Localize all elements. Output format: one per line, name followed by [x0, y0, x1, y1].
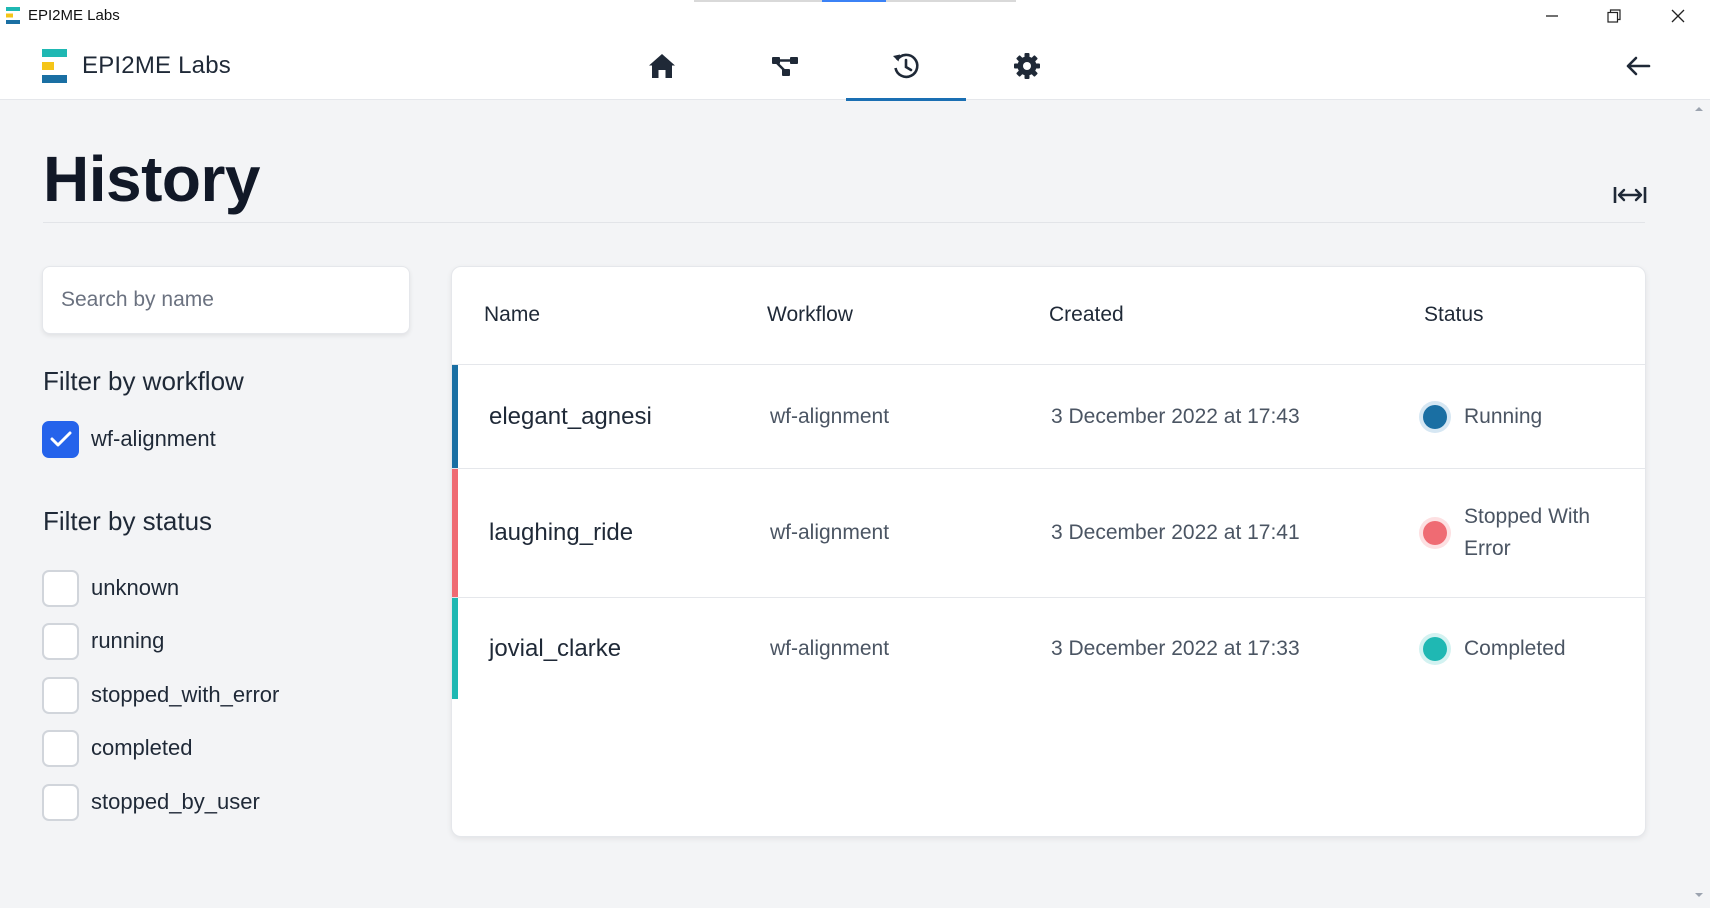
- status-label: Stopped With Error: [1464, 505, 1591, 560]
- history-table: Name Workflow Created Status elegant_agn…: [451, 266, 1646, 837]
- table-row[interactable]: jovial_clarke wf-alignment 3 December 20…: [452, 598, 1645, 699]
- run-created: 3 December 2022 at 17:41: [1051, 521, 1300, 544]
- titlebar-indicator: [694, 0, 1016, 2]
- run-created: 3 December 2022 at 17:43: [1051, 405, 1300, 428]
- status-filter-option[interactable]: stopped_with_error: [42, 676, 279, 714]
- close-icon: [1671, 9, 1685, 23]
- checkmark-icon: [50, 431, 71, 447]
- run-status: Running: [1423, 401, 1614, 433]
- checkbox-label: stopped_by_user: [91, 789, 260, 814]
- run-status: Stopped With Error: [1423, 501, 1614, 565]
- checkbox-stopped-by-user[interactable]: [42, 783, 79, 821]
- checkbox-label: completed: [91, 735, 193, 760]
- window-title: EPI2ME Labs: [28, 7, 120, 24]
- status-filter-heading: Filter by status: [43, 506, 213, 536]
- expand-width-button[interactable]: [1610, 180, 1650, 210]
- checkbox-label: wf-alignment: [91, 426, 216, 451]
- status-filter-option[interactable]: completed: [42, 729, 193, 767]
- status-accent-bar: [452, 365, 458, 468]
- table-row[interactable]: laughing_ride wf-alignment 3 December 20…: [452, 469, 1645, 598]
- run-workflow: wf-alignment: [770, 405, 890, 428]
- status-filter-option[interactable]: unknown: [42, 569, 179, 607]
- workflow-filter-option[interactable]: wf-alignment: [42, 420, 216, 458]
- checkbox-stopped-with-error[interactable]: [42, 676, 79, 714]
- status-accent-bar: [452, 469, 458, 597]
- brand-name: EPI2ME Labs: [82, 52, 231, 79]
- nav-tab-settings[interactable]: [967, 32, 1087, 100]
- arrow-left-icon: [1626, 56, 1651, 76]
- gear-icon: [1014, 53, 1040, 79]
- table-row[interactable]: elegant_agnesi wf-alignment 3 December 2…: [452, 365, 1645, 469]
- minimize-button[interactable]: [1522, 0, 1582, 32]
- run-workflow: wf-alignment: [770, 521, 890, 544]
- status-filter-option[interactable]: stopped_by_user: [42, 783, 260, 821]
- search-box: [42, 266, 410, 334]
- title-divider: [43, 222, 1645, 223]
- run-name: laughing_ride: [489, 519, 634, 546]
- restore-icon: [1607, 9, 1621, 23]
- checkbox-label: running: [91, 628, 165, 653]
- checkbox-unknown[interactable]: [42, 569, 79, 607]
- column-header-created: Created: [1049, 303, 1124, 326]
- status-label: Completed: [1464, 637, 1566, 660]
- close-button[interactable]: [1648, 0, 1708, 32]
- status-dot: [1423, 521, 1447, 545]
- status-label: Running: [1464, 405, 1543, 428]
- back-button[interactable]: [1618, 50, 1658, 82]
- run-name: elegant_agnesi: [489, 403, 652, 430]
- minimize-icon: [1546, 15, 1558, 17]
- checkbox-label: stopped_with_error: [91, 682, 280, 707]
- status-dot: [1423, 405, 1447, 429]
- checkbox-wf-alignment[interactable]: [42, 420, 79, 458]
- workflow-filter-heading: Filter by workflow: [43, 366, 244, 396]
- home-icon: [649, 54, 675, 78]
- run-created: 3 December 2022 at 17:33: [1051, 637, 1300, 660]
- nav-tab-history[interactable]: [846, 32, 966, 101]
- history-icon: [893, 53, 919, 79]
- expand-width-icon: [1613, 187, 1647, 203]
- run-name: jovial_clarke: [489, 635, 622, 662]
- nav-tab-home[interactable]: [602, 32, 722, 100]
- table-header: Name Workflow Created Status: [452, 267, 1645, 365]
- page-title: History: [43, 143, 261, 215]
- search-input[interactable]: [43, 267, 409, 333]
- workflow-icon: [772, 57, 798, 76]
- checkbox-completed[interactable]: [42, 729, 79, 767]
- column-header-workflow: Workflow: [767, 303, 853, 326]
- run-workflow: wf-alignment: [770, 637, 890, 660]
- status-dot: [1423, 637, 1447, 661]
- brand-logo-icon: [42, 49, 67, 83]
- checkbox-running[interactable]: [42, 622, 79, 660]
- run-status: Completed: [1423, 633, 1614, 665]
- app-logo-icon: [6, 7, 20, 24]
- status-filter-option[interactable]: running: [42, 622, 164, 660]
- checkbox-label: unknown: [91, 575, 180, 600]
- scroll-up-icon[interactable]: [1694, 104, 1704, 114]
- column-header-status: Status: [1424, 303, 1484, 326]
- status-accent-bar: [452, 598, 458, 699]
- nav-tab-workflows[interactable]: [725, 32, 845, 100]
- restore-button[interactable]: [1584, 0, 1644, 32]
- app-header: EPI2ME Labs: [0, 32, 1710, 101]
- column-header-name: Name: [484, 303, 541, 326]
- scroll-down-icon[interactable]: [1694, 890, 1704, 900]
- window-titlebar: EPI2ME Labs: [0, 0, 1710, 32]
